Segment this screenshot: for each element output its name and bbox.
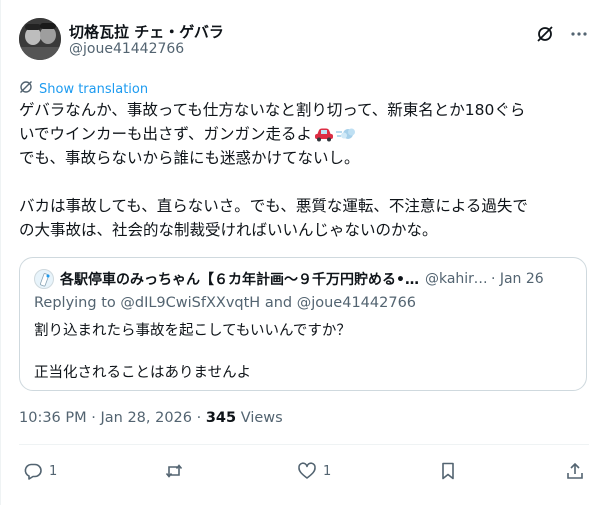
tweet-card: 切格瓦拉 チェ・ゲバラ @joue41442766 Show translati… <box>0 0 607 505</box>
more-icon[interactable] <box>569 24 589 44</box>
replying-to: Replying to @dIL9CwiSfXXvqtH and @joue41… <box>34 295 416 311</box>
bookmark-button[interactable] <box>438 461 458 481</box>
user-handle[interactable]: @joue41442766 <box>69 41 184 57</box>
replying-prefix: Replying to <box>34 295 116 311</box>
tweet-line: の大事故は、社会的な制裁受ければいいんじゃないのかな。 <box>19 221 438 239</box>
translate-icon <box>19 80 33 98</box>
grok-icon[interactable] <box>535 24 555 44</box>
avatar[interactable] <box>19 18 61 60</box>
share-button[interactable] <box>565 461 585 481</box>
tweet-line: バカは事故しても、直らないさ。でも、悪質な運転、不注意による過失で <box>19 197 528 215</box>
show-translation-link[interactable]: Show translation <box>19 80 148 98</box>
tweet-line: いでウインカーも出さず、ガンガン走るよ <box>19 122 589 146</box>
tweet-line: ゲバラなんか、事故っても仕方ないなと割り切って、新東名とか180ぐら <box>19 101 526 119</box>
tweet-meta: 10:36 PM · Jan 28, 2026 · 345 Views <box>19 410 283 426</box>
quoted-handle: @kahiro… <box>424 271 491 287</box>
dash-emoji <box>335 126 356 142</box>
replying-user-2[interactable]: @joue41442766 <box>297 295 416 311</box>
tweet-line: でも、事故らないから誰にも迷惑かけてないし。 <box>19 149 360 167</box>
quoted-display-name: 各駅停車のみっちゃん【６カ年計画〜９千万円貯める•… <box>60 272 419 288</box>
like-count: 1 <box>323 463 332 479</box>
tweet-header: 切格瓦拉 チェ・ゲバラ @joue41442766 <box>19 18 589 62</box>
quoted-avatar <box>34 269 54 289</box>
display-name[interactable]: 切格瓦拉 チェ・ゲバラ <box>69 21 224 42</box>
retweet-icon <box>164 461 184 481</box>
divider <box>19 444 589 445</box>
views-label: Views <box>236 410 283 426</box>
quoted-header: 各駅停車のみっちゃん【６カ年計画〜９千万円貯める•… @kahiro… · Ja… <box>34 268 574 290</box>
replying-and: and <box>264 295 293 311</box>
replying-user-1[interactable]: @dIL9CwiSfXXvqtH <box>120 295 260 311</box>
retweet-button[interactable] <box>164 461 190 481</box>
bookmark-icon <box>438 461 458 481</box>
quoted-date: · Jan 26 <box>490 271 544 287</box>
reply-icon <box>23 461 43 481</box>
header-actions <box>535 24 589 44</box>
action-bar: 1 1 <box>23 460 585 482</box>
show-translation-label: Show translation <box>39 81 149 97</box>
reply-count: 1 <box>49 463 58 479</box>
tweet-text: ゲバラなんか、事故っても仕方ないなと割り切って、新東名とか180ぐら いでウイン… <box>19 98 589 242</box>
quoted-text-line-2: 正当化されることはありませんよ <box>34 365 252 381</box>
timestamp[interactable]: 10:36 PM · Jan 28, 2026 · <box>19 410 206 426</box>
reply-button[interactable]: 1 <box>23 461 57 481</box>
tweet-line <box>19 170 589 194</box>
like-button[interactable]: 1 <box>297 461 331 481</box>
car-emoji <box>314 126 334 142</box>
like-icon <box>297 461 317 481</box>
share-icon <box>565 461 585 481</box>
quoted-tweet[interactable]: 各駅停車のみっちゃん【６カ年計画〜９千万円貯める•… @kahiro… · Ja… <box>19 257 587 391</box>
quoted-text-line-1: 割り込まれたら事故を起こしてもいいんですか？ <box>34 323 351 339</box>
views-count: 345 <box>205 410 237 426</box>
tweet-line-text: いでウインカーも出さず、ガンガン走るよ <box>19 125 312 143</box>
